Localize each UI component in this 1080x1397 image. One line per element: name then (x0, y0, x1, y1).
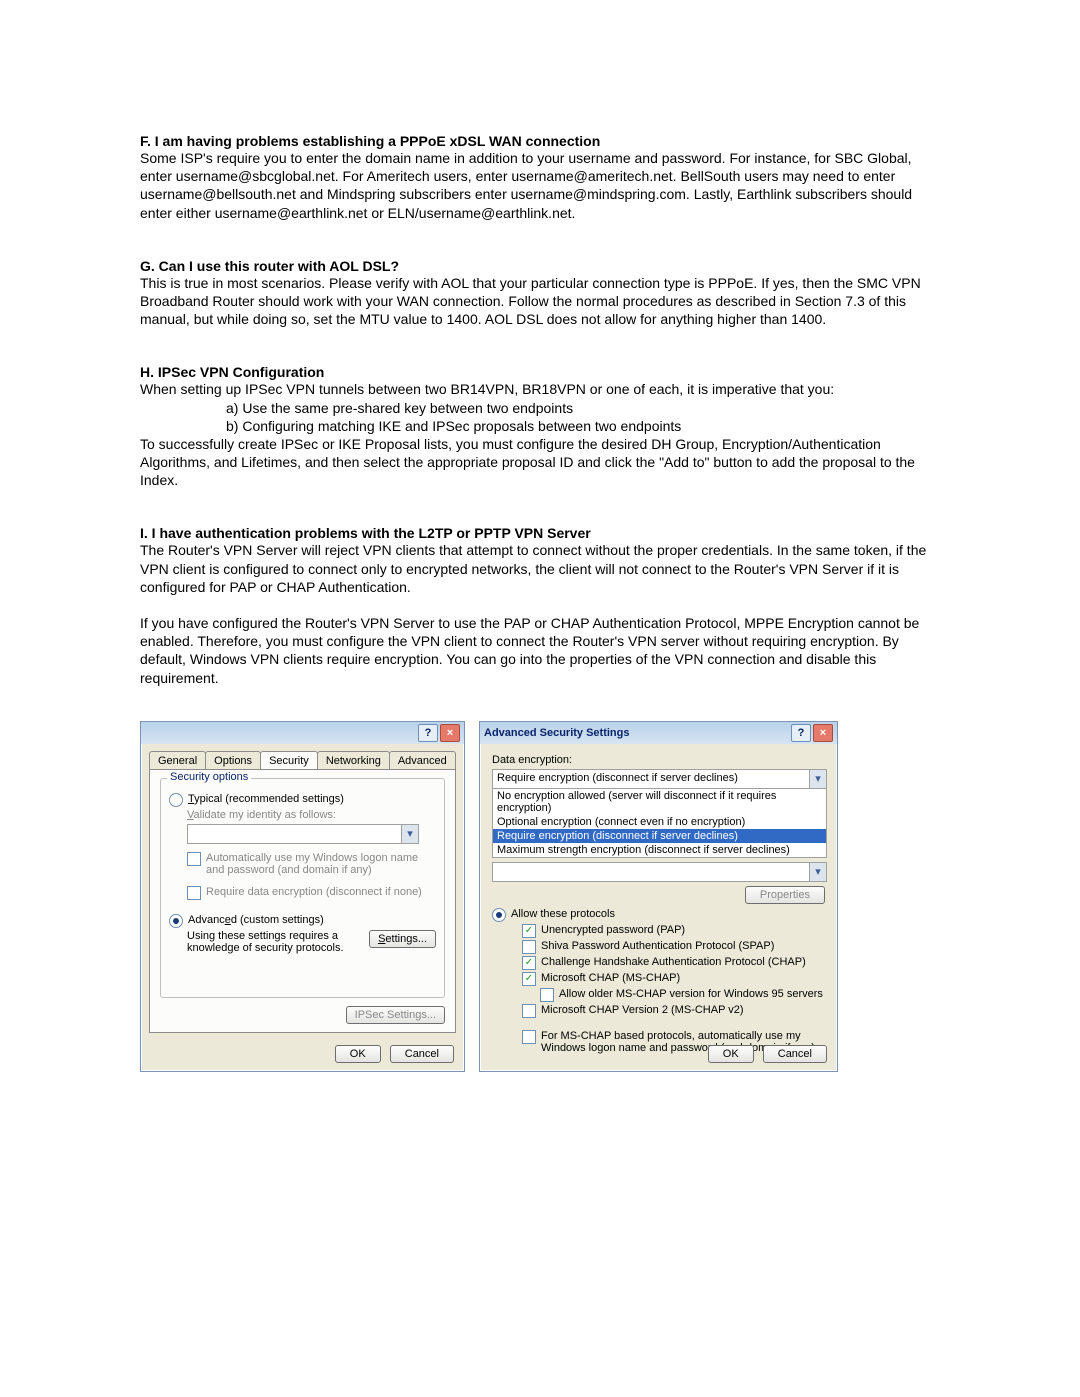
typical-label: Typical (recommended settings) (188, 793, 344, 805)
mschap-check[interactable]: Microsoft CHAP (MS-CHAP) (522, 972, 825, 986)
settings-button[interactable]: Settings... (369, 930, 436, 948)
disabled-select: ▾ (492, 862, 827, 882)
vpn-properties-dialog: ? × General Options Security Networking … (140, 721, 465, 1072)
spap-label: Shiva Password Authentication Protocol (… (541, 940, 774, 952)
ok-button[interactable]: OK (335, 1045, 381, 1063)
spap-check[interactable]: Shiva Password Authentication Protocol (… (522, 940, 825, 954)
spap-checkbox[interactable] (522, 940, 536, 954)
section-f-body: Some ISP's require you to enter the doma… (140, 149, 940, 222)
tab-networking[interactable]: Networking (317, 751, 390, 769)
tab-security[interactable]: Security (260, 751, 318, 769)
enc-opt-1[interactable]: Optional encryption (connect even if no … (493, 815, 826, 829)
section-h-title: H. IPSec VPN Configuration (140, 364, 940, 380)
chap-checkbox[interactable] (522, 956, 536, 970)
dialog-screenshots: ? × General Options Security Networking … (140, 721, 940, 1072)
dialog1-titlebar: ? × (141, 722, 464, 744)
mschap-old-check[interactable]: Allow older MS-CHAP version for Windows … (540, 988, 825, 1002)
mschap-old-checkbox[interactable] (540, 988, 554, 1002)
tab-advanced[interactable]: Advanced (389, 751, 456, 769)
security-options-legend: Security options (167, 771, 251, 783)
enc-opt-2[interactable]: Require encryption (disconnect if server… (493, 829, 826, 843)
allow-protocols-radio[interactable]: Allow these protocols (492, 908, 825, 922)
dialog1-tabs: General Options Security Networking Adva… (141, 744, 464, 769)
mschap2-label: Microsoft CHAP Version 2 (MS-CHAP v2) (541, 1004, 744, 1016)
section-g-body: This is true in most scenarios. Please v… (140, 274, 940, 329)
allow-protocols-label: Allow these protocols (511, 908, 615, 920)
section-i-title: I. I have authentication problems with t… (140, 525, 940, 541)
properties-button: Properties (745, 886, 825, 904)
section-h-after: To successfully create IPSec or IKE Prop… (140, 435, 940, 490)
dialog1-buttons: OK Cancel (329, 1045, 454, 1063)
section-f-title: F. I am having problems establishing a P… (140, 133, 940, 149)
chap-label: Challenge Handshake Authentication Proto… (541, 956, 806, 968)
mschap2-checkbox[interactable] (522, 1004, 536, 1018)
help-icon[interactable]: ? (791, 724, 811, 742)
section-h-item-b: b) Configuring matching IKE and IPSec pr… (226, 417, 940, 435)
encryption-value: Require encryption (disconnect if server… (493, 770, 809, 788)
advanced-radio-row[interactable]: Advanced (custom settings) (169, 914, 436, 928)
mschap-checkbox[interactable] (522, 972, 536, 986)
section-i-p1: The Router's VPN Server will reject VPN … (140, 541, 940, 596)
section-h-intro: When setting up IPSec VPN tunnels betwee… (140, 380, 940, 398)
section-g-title: G. Can I use this router with AOL DSL? (140, 258, 940, 274)
mschap-label: Microsoft CHAP (MS-CHAP) (541, 972, 680, 984)
encryption-select[interactable]: Require encryption (disconnect if server… (492, 769, 827, 789)
advanced-radio[interactable] (169, 914, 183, 928)
dialog1-body: Security options Typical (recommended se… (149, 769, 456, 1033)
advanced-label: Advanced (custom settings) (188, 914, 324, 926)
close-icon[interactable]: × (813, 724, 833, 742)
section-i-p2: If you have configured the Router's VPN … (140, 614, 940, 687)
chevron-down-icon: ▾ (401, 825, 418, 843)
auto-ms-checkbox[interactable] (522, 1030, 536, 1044)
enc-opt-0[interactable]: No encryption allowed (server will disco… (493, 789, 826, 815)
close-icon[interactable]: × (440, 724, 460, 742)
pap-checkbox[interactable] (522, 924, 536, 938)
typical-radio[interactable] (169, 793, 183, 807)
security-options-group: Security options Typical (recommended se… (160, 778, 445, 998)
validate-select: ▾ (187, 824, 419, 844)
document-page: F. I am having problems establishing a P… (0, 0, 1080, 1397)
auto-logon-label: Automatically use my Windows logon name … (206, 852, 436, 876)
cancel-button[interactable]: Cancel (390, 1045, 454, 1063)
dialog2-buttons: OK Cancel (702, 1045, 827, 1063)
require-enc-label: Require data encryption (disconnect if n… (206, 886, 422, 898)
tab-general[interactable]: General (149, 751, 206, 769)
dialog2-titlebar: Advanced Security Settings ? × (480, 722, 837, 744)
dialog2-body: Data encryption: Require encryption (dis… (480, 744, 837, 1034)
validate-label: Validate my identity as follows: (187, 809, 436, 821)
chevron-down-icon: ▾ (809, 863, 826, 881)
dialog2-title: Advanced Security Settings (484, 727, 630, 739)
pap-check[interactable]: Unencrypted password (PAP) (522, 924, 825, 938)
ipsec-settings-button: IPSec Settings... (346, 1006, 445, 1024)
chevron-down-icon[interactable]: ▾ (809, 770, 826, 788)
enc-opt-3[interactable]: Maximum strength encryption (disconnect … (493, 843, 826, 857)
cancel-button[interactable]: Cancel (763, 1045, 827, 1063)
auto-logon-check: Automatically use my Windows logon name … (187, 852, 436, 876)
chap-check[interactable]: Challenge Handshake Authentication Proto… (522, 956, 825, 970)
require-enc-checkbox (187, 886, 201, 900)
help-icon[interactable]: ? (418, 724, 438, 742)
pap-label: Unencrypted password (PAP) (541, 924, 685, 936)
allow-protocols-radio-input[interactable] (492, 908, 506, 922)
require-enc-check: Require data encryption (disconnect if n… (187, 886, 436, 900)
section-h-item-a: a) Use the same pre-shared key between t… (226, 399, 940, 417)
mschap2-check[interactable]: Microsoft CHAP Version 2 (MS-CHAP v2) (522, 1004, 825, 1018)
encryption-options-list[interactable]: No encryption allowed (server will disco… (492, 788, 827, 858)
tab-options[interactable]: Options (205, 751, 261, 769)
advanced-note: Using these settings requires a knowledg… (187, 930, 369, 954)
typical-radio-row[interactable]: Typical (recommended settings) (169, 793, 436, 807)
auto-logon-checkbox (187, 852, 201, 866)
mschap-old-label: Allow older MS-CHAP version for Windows … (559, 988, 823, 1000)
ok-button[interactable]: OK (708, 1045, 754, 1063)
data-encryption-label: Data encryption: (492, 754, 825, 766)
advanced-security-dialog: Advanced Security Settings ? × Data encr… (479, 721, 838, 1072)
